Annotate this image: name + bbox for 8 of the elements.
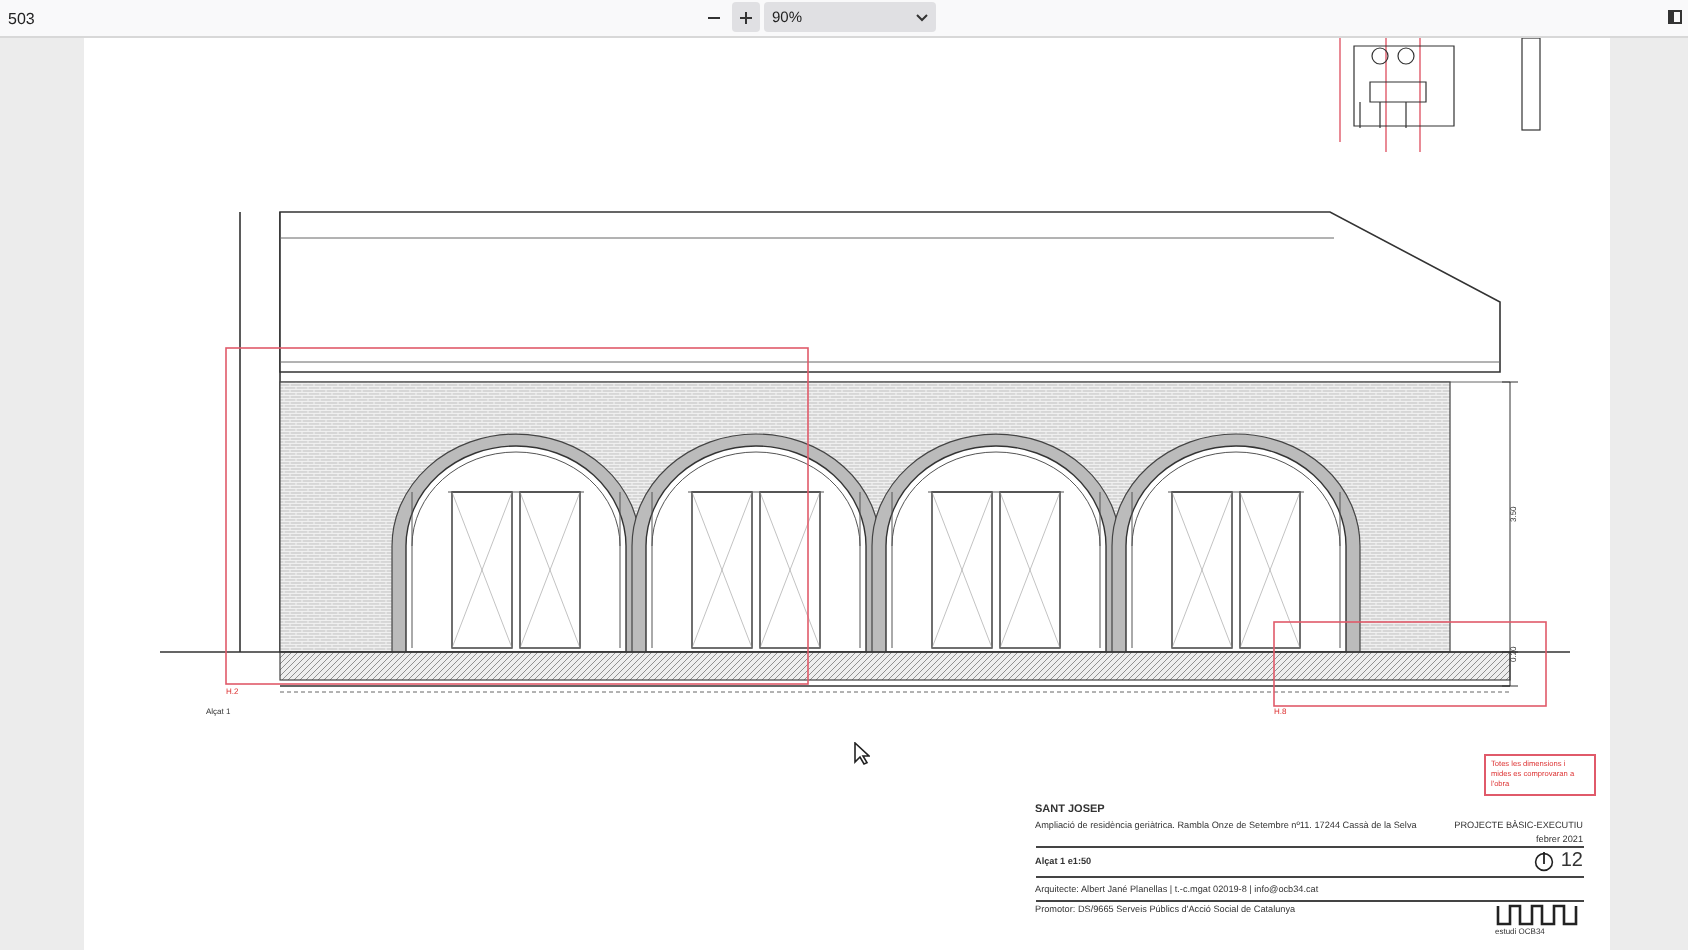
studio-logo-icon xyxy=(1495,903,1583,926)
sheet-number: 12 xyxy=(1560,850,1583,873)
mouse-cursor-icon xyxy=(853,742,869,766)
chevron-down-icon xyxy=(916,13,928,21)
page-number: 503 xyxy=(8,9,35,27)
sidebar-icon[interactable] xyxy=(1668,10,1682,24)
zoom-in-button[interactable] xyxy=(732,2,760,32)
plus-icon xyxy=(738,9,754,25)
